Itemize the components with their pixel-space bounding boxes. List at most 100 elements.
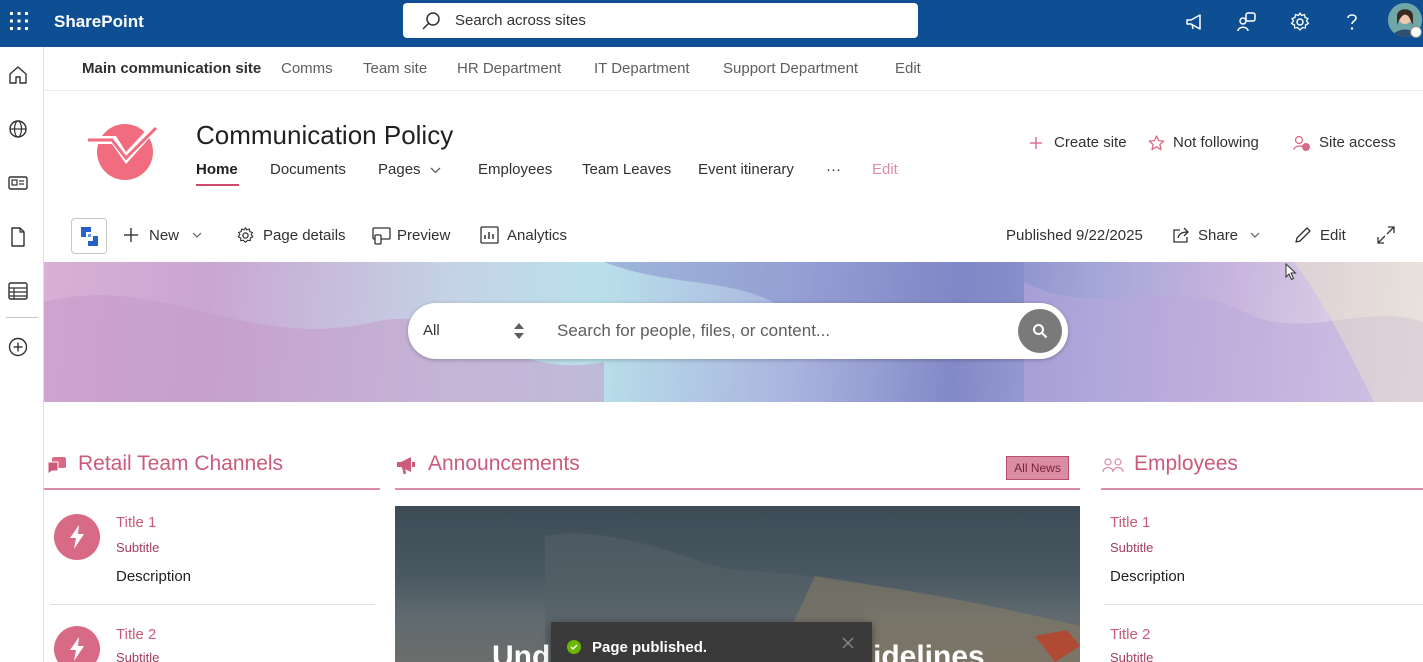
presence-badge [1410,26,1422,38]
hero-search-box[interactable]: All Search for people, files, or content… [408,303,1068,359]
hero-search-input[interactable]: Search for people, files, or content... [557,321,830,341]
pencil-icon[interactable] [1294,226,1312,244]
retail-team-channels-title: Retail Team Channels [78,452,284,475]
hub-edit-link[interactable]: Edit [895,60,921,77]
retail-item-2-icon [54,626,100,662]
sort-arrows-icon[interactable] [512,321,526,341]
preview-icon[interactable] [372,226,391,245]
site-nav-team-leaves[interactable]: Team Leaves [582,161,671,178]
site-nav-more[interactable]: ··· [826,161,841,178]
global-search-placeholder: Search across sites [455,12,586,29]
published-status: Published 9/22/2025 [1006,227,1143,244]
hub-link-team-site[interactable]: Team site [363,60,427,77]
page-published-toast: Page published. [551,622,872,662]
hub-home-link[interactable]: Main communication site [82,60,261,77]
edit-button[interactable]: Edit [1320,227,1346,244]
suite-bar: SharePoint Search across sites [0,0,1423,47]
site-logo[interactable] [82,118,164,182]
lightning-icon [70,525,84,549]
site-nav-documents[interactable]: Documents [270,161,346,178]
employee-item-separator [1104,604,1423,605]
close-icon[interactable] [841,636,855,650]
news-icon[interactable] [8,173,28,193]
follow-button[interactable]: Not following [1173,134,1259,151]
people-icon [1102,458,1124,473]
page-details-button[interactable]: Page details [263,227,346,244]
create-site-button[interactable]: Create site [1054,134,1127,151]
hub-link-it[interactable]: IT Department [594,60,690,77]
home-icon[interactable] [8,65,28,85]
site-title[interactable]: Communication Policy [196,120,453,151]
site-access-button[interactable]: Site access [1319,134,1396,151]
expand-icon[interactable] [1377,226,1395,244]
mouse-cursor-icon [1285,263,1297,281]
announcement-headline-start[interactable]: Und [492,640,550,662]
hub-link-support[interactable]: Support Department [723,60,858,77]
star-icon[interactable] [1148,135,1165,151]
new-button[interactable]: New [149,227,179,244]
toast-message: Page published. [592,639,708,656]
search-icon [1033,324,1048,339]
app-extension-button[interactable] [71,218,107,254]
employee-item-2-title[interactable]: Title 2 [1110,626,1150,643]
hero-search-button[interactable] [1018,309,1062,353]
hub-link-comms[interactable]: Comms [281,60,333,77]
globe-icon[interactable] [8,119,28,139]
retail-item-1-description: Description [116,568,192,585]
site-nav-edit[interactable]: Edit [872,161,898,178]
retail-item-2-subtitle: Subtitle [116,650,160,662]
share-icon[interactable] [1172,226,1191,244]
chevron-down-icon[interactable] [192,232,202,238]
gear-icon[interactable] [1289,11,1311,33]
retail-item-2-title[interactable]: Title 2 [116,626,156,643]
site-nav-pages[interactable]: Pages [378,161,421,178]
hub-link-hr[interactable]: HR Department [457,60,561,77]
hub-navigation: Main communication site Comms Team site … [44,47,1423,91]
search-scope-select[interactable]: All [423,322,440,339]
success-check-icon [567,640,581,654]
employee-item-1-subtitle: Subtitle [1110,540,1154,555]
employees-title: Employees [1134,452,1238,475]
help-icon[interactable] [1341,11,1363,33]
retail-item-1-subtitle: Subtitle [116,540,160,555]
announcements-title-rule [395,488,1080,490]
megaphone-icon [397,457,415,474]
add-circle-icon[interactable] [8,337,28,357]
chevron-down-icon[interactable] [430,167,441,174]
retail-item-1-icon [54,514,100,560]
gear-icon[interactable] [236,226,255,245]
chat-bubbles-icon [47,457,66,474]
announcements-title: Announcements [428,452,580,475]
employee-item-1-description: Description [1110,568,1186,585]
feedback-icon[interactable] [1236,11,1258,33]
plus-icon[interactable] [123,227,139,243]
retail-item-separator [50,604,375,605]
site-access-icon[interactable] [1293,135,1311,152]
preview-button[interactable]: Preview [397,227,450,244]
retail-title-rule [44,488,380,490]
employees-title-rule [1101,488,1423,490]
app-bar [0,47,44,662]
chevron-down-icon[interactable] [1250,232,1260,238]
analytics-button[interactable]: Analytics [507,227,567,244]
sharepoint-brand[interactable]: SharePoint [54,12,144,32]
app-launcher-icon[interactable] [9,11,29,31]
megaphone-icon[interactable] [1184,11,1206,33]
announcement-headline-end[interactable]: idelines [873,640,985,662]
share-button[interactable]: Share [1198,227,1238,244]
list-icon[interactable] [8,281,28,301]
file-icon[interactable] [8,227,28,247]
global-search-box[interactable]: Search across sites [403,3,918,38]
all-news-button[interactable]: All News [1006,456,1069,480]
site-nav-employees[interactable]: Employees [478,161,552,178]
site-nav-home[interactable]: Home [196,161,238,178]
rail-divider [6,317,38,318]
employee-item-1-title[interactable]: Title 1 [1110,514,1150,531]
analytics-icon[interactable] [480,226,499,244]
extension-logo-icon [81,227,98,246]
employee-item-2-subtitle: Subtitle [1110,650,1154,662]
site-nav-selected-indicator [196,184,239,186]
plus-icon[interactable] [1029,136,1043,150]
site-nav-event-itinerary[interactable]: Event itinerary [698,161,794,178]
retail-item-1-title[interactable]: Title 1 [116,514,156,531]
